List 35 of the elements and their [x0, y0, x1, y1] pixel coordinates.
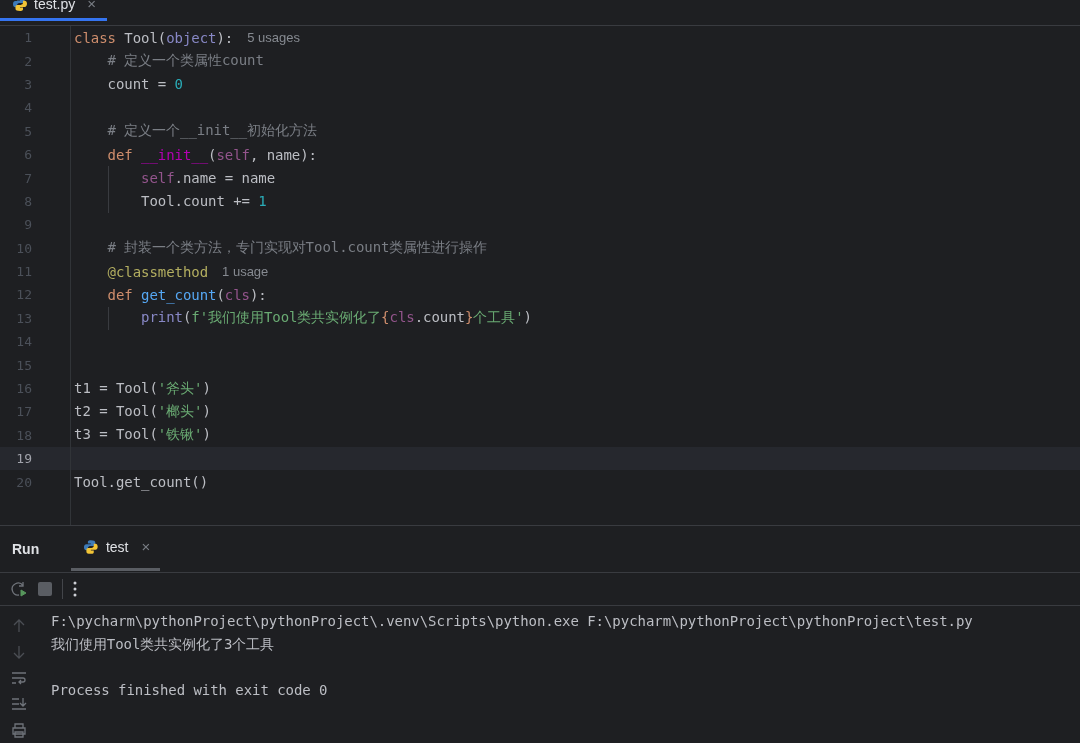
code-line: Tool.count += 1	[140, 193, 267, 210]
usage-hint[interactable]: 5 usages	[247, 30, 300, 46]
code-line: t1 = Tool('斧头')	[74, 379, 211, 398]
code-line: t2 = Tool('榔头')	[74, 402, 211, 421]
tab-label: test	[105, 539, 129, 555]
scroll-to-end-icon[interactable]	[10, 696, 27, 712]
rerun-icon[interactable]	[10, 580, 28, 598]
code-line: t3 = Tool('铁锹')	[74, 426, 211, 445]
code-line: print(f'我们使用Tool类共实例化了{cls.count}个工具')	[140, 309, 532, 328]
console-output-line: Process finished with exit code 0	[51, 681, 329, 700]
code-line: def __init__(self, name):	[106, 146, 317, 163]
run-tab[interactable]: test ×	[71, 526, 161, 571]
code-line: # 定义一个类属性count	[106, 52, 264, 71]
console-output-line: F:\pycharm\pythonProject\pythonProject\.venv\Scripts\python.exe F:\pycharm\pythonProject\pythonProject\test.py	[51, 612, 974, 631]
print-icon[interactable]	[10, 722, 27, 738]
line-number: 19	[15, 451, 33, 467]
code-line: def get_count(cls):	[106, 287, 267, 303]
panel-title: Run	[11, 541, 41, 557]
python-icon	[12, 0, 28, 12]
code-line: count = 0	[106, 76, 183, 93]
close-icon[interactable]: ×	[87, 0, 96, 12]
tab-label: test.py	[34, 0, 76, 12]
code-line: self.name = name	[140, 170, 276, 187]
code-line: Tool.get_count()	[74, 474, 209, 491]
close-icon[interactable]: ×	[141, 539, 151, 555]
code-line: # 定义一个__init__初始化方法	[106, 122, 317, 141]
console-output-line: 我们使用Tool类共实例化了3个工具	[51, 635, 276, 654]
soft-wrap-icon[interactable]	[10, 670, 27, 686]
editor-tab[interactable]: test.py ×	[0, 0, 107, 21]
code-line: # 封装一个类方法，专门实现对Tool.count类属性进行操作	[106, 239, 488, 258]
python-icon	[83, 539, 99, 555]
code-line: class Tool(object):	[74, 29, 234, 46]
code-line: @classmethod	[106, 263, 209, 280]
more-icon[interactable]	[73, 581, 77, 597]
usage-hint[interactable]: 1 usage	[222, 264, 269, 280]
